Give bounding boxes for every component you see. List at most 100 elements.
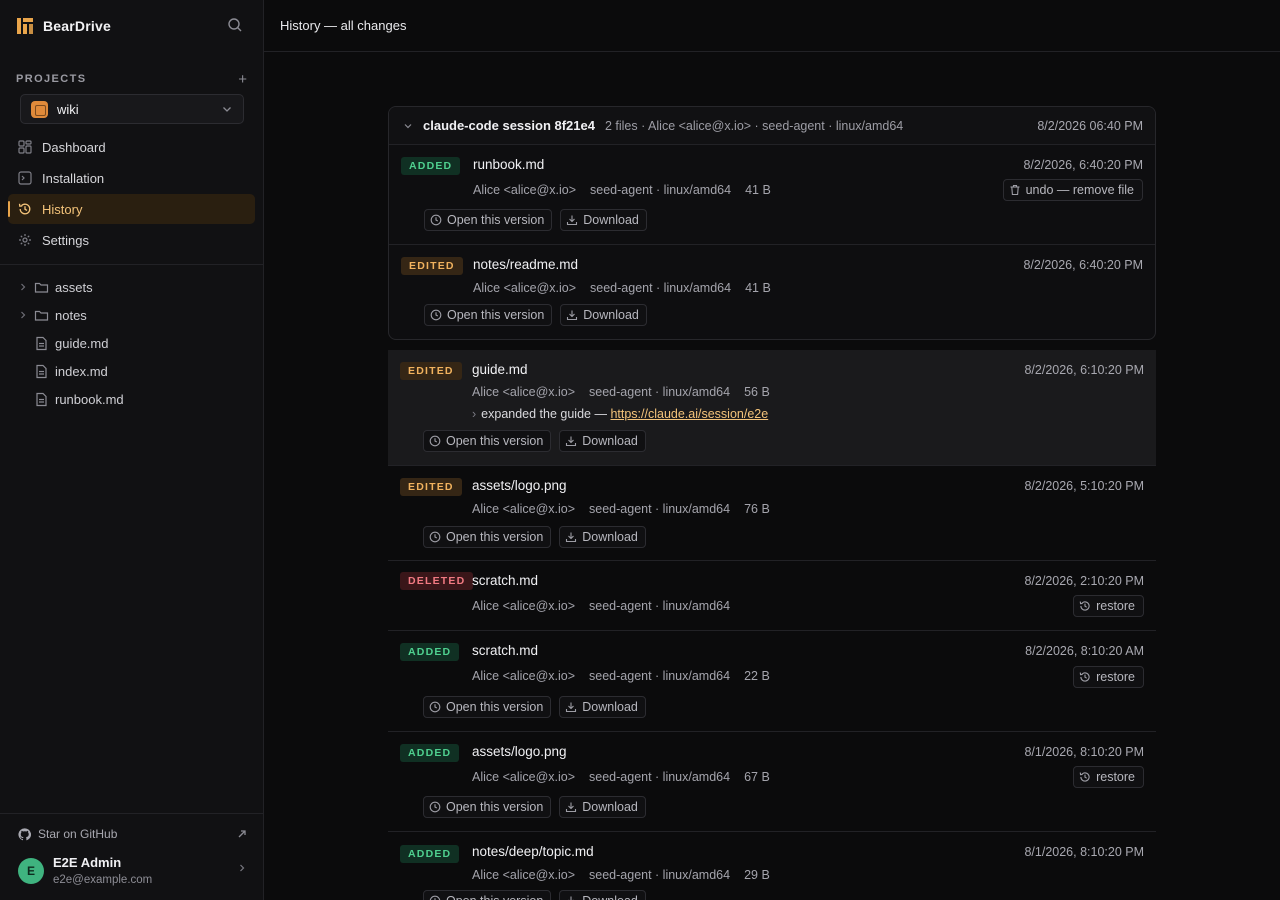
history-icon (18, 202, 32, 216)
terminal-icon (18, 171, 32, 185)
entry-file[interactable]: assets/logo.png (472, 478, 567, 493)
entry-meta: Alice <alice@x.io> seed-agent · linux/amd… (472, 669, 770, 683)
history-icon (1079, 771, 1091, 783)
entry-size: 22 B (744, 669, 770, 683)
entry-author: Alice <alice@x.io> (472, 868, 576, 882)
status-badge: EDITED (401, 257, 463, 275)
history-icon (1079, 600, 1091, 612)
download-icon (565, 531, 577, 543)
chevron-right-icon: › (472, 407, 477, 421)
entry-meta: Alice <alice@x.io> seed-agent · linux/amd… (472, 770, 770, 784)
nav-dashboard[interactable]: Dashboard (8, 132, 255, 162)
session-header[interactable]: claude-code session 8f21e4 2 files · Ali… (389, 107, 1155, 145)
nav-history[interactable]: History (8, 194, 255, 224)
user-menu[interactable]: E E2E Admin e2e@example.com (18, 855, 247, 886)
status-badge: EDITED (400, 362, 462, 380)
open-version-button[interactable]: Open this version (423, 890, 552, 900)
entry-actions: Open this version Download (423, 890, 646, 900)
entry-agent: seed-agent · linux/amd64 (590, 281, 732, 295)
grid-icon (18, 140, 32, 154)
tree-file-guide[interactable]: guide.md (0, 329, 263, 357)
tree-file-runbook[interactable]: runbook.md (0, 385, 263, 413)
chevron-right-icon[interactable] (18, 282, 30, 292)
entry-date: 8/2/2026, 6:10:20 PM (1024, 363, 1144, 377)
tree-folder-assets[interactable]: assets (0, 273, 263, 301)
clock-icon (430, 309, 442, 321)
entry-date: 8/1/2026, 8:10:20 PM (1024, 845, 1144, 859)
open-version-button[interactable]: Open this version (423, 796, 552, 818)
entry-author: Alice <alice@x.io> (473, 281, 577, 295)
history-entry: DELETED scratch.md 8/2/2026, 2:10:20 PM … (388, 561, 1156, 631)
entry-agent: seed-agent · linux/amd64 (590, 183, 732, 197)
open-version-button[interactable]: Open this version (424, 209, 553, 231)
entry-file[interactable]: notes/readme.md (473, 257, 578, 272)
topbar: History — all changes (264, 0, 1280, 52)
entry-date: 8/2/2026, 5:10:20 PM (1024, 479, 1144, 493)
entry-file[interactable]: assets/logo.png (472, 744, 567, 759)
history-entry: EDITED assets/logo.png 8/2/2026, 5:10:20… (388, 466, 1156, 561)
restore-button[interactable]: restore (1073, 666, 1144, 688)
download-button[interactable]: Download (559, 430, 646, 452)
folder-icon (34, 280, 49, 295)
brand[interactable]: BearDrive (0, 0, 263, 52)
brand-name: BearDrive (43, 18, 111, 34)
open-version-button[interactable]: Open this version (424, 304, 553, 326)
entry-actions: Open this version Download (423, 796, 646, 818)
entry-actions: Open this version Download (423, 526, 646, 548)
open-version-button[interactable]: Open this version (423, 430, 552, 452)
entry-date: 8/2/2026, 2:10:20 PM (1024, 574, 1144, 588)
trash-icon (1009, 184, 1021, 196)
download-button[interactable]: Download (559, 696, 646, 718)
history-icon (1079, 671, 1091, 683)
entry-file[interactable]: scratch.md (472, 643, 538, 658)
open-version-button[interactable]: Open this version (423, 696, 552, 718)
entry-file[interactable]: guide.md (472, 362, 528, 377)
tree-folder-notes[interactable]: notes (0, 301, 263, 329)
entry-file[interactable]: scratch.md (472, 573, 538, 588)
project-select[interactable]: wiki (20, 94, 244, 124)
nav-settings[interactable]: Settings (8, 225, 255, 255)
entry-author: Alice <alice@x.io> (472, 385, 576, 399)
download-button[interactable]: Download (559, 526, 646, 548)
tree-label: notes (55, 307, 87, 323)
entry-agent: seed-agent · linux/amd64 (589, 669, 731, 683)
session-link[interactable]: https://claude.ai/session/e2e (610, 407, 768, 421)
entry-actions: Open this version Download (424, 209, 647, 231)
main: History — all changes claude-code sessio… (264, 0, 1280, 900)
sidebar: BearDrive PROJECTS + wiki Dashboard Inst… (0, 0, 264, 900)
open-version-button[interactable]: Open this version (423, 526, 552, 548)
github-link[interactable]: Star on GitHub (18, 826, 247, 842)
entry-size: 29 B (744, 868, 770, 882)
entry-actions: Open this version Download (423, 696, 646, 718)
restore-button[interactable]: restore (1073, 595, 1144, 617)
entry-author: Alice <alice@x.io> (473, 183, 577, 197)
tree-file-index[interactable]: index.md (0, 357, 263, 385)
download-icon (565, 701, 577, 713)
nav-label: Dashboard (42, 139, 106, 155)
download-button[interactable]: Download (559, 890, 646, 900)
entry-file[interactable]: runbook.md (473, 157, 544, 172)
entry-meta: Alice <alice@x.io> seed-agent · linux/amd… (472, 502, 770, 516)
download-button[interactable]: Download (560, 304, 647, 326)
download-icon (565, 895, 577, 900)
nav-installation[interactable]: Installation (8, 163, 255, 193)
add-project-button[interactable]: + (238, 71, 247, 88)
entry-file[interactable]: notes/deep/topic.md (472, 844, 594, 859)
chevron-down-icon[interactable] (403, 121, 413, 131)
download-button[interactable]: Download (559, 796, 646, 818)
chevron-right-icon[interactable] (18, 310, 30, 320)
entry-agent: seed-agent · linux/amd64 (589, 502, 731, 516)
entry-size: 67 B (744, 770, 770, 784)
undo-remove-file-button[interactable]: undo — remove file (1002, 179, 1143, 201)
search-icon[interactable] (227, 17, 245, 35)
entry-note[interactable]: › expanded the guide — https://claude.ai/… (472, 407, 768, 421)
history-entry: ADDED scratch.md 8/2/2026, 8:10:20 AM Al… (388, 631, 1156, 732)
restore-button[interactable]: restore (1073, 766, 1144, 788)
clock-icon (429, 701, 441, 713)
note-text: expanded the guide — (481, 407, 607, 421)
download-button[interactable]: Download (560, 209, 647, 231)
entry-actions: Open this version Download (423, 430, 646, 452)
beardrive-logo-icon (16, 17, 34, 35)
entry-agent: seed-agent · linux/amd64 (589, 868, 731, 882)
clock-icon (429, 435, 441, 447)
